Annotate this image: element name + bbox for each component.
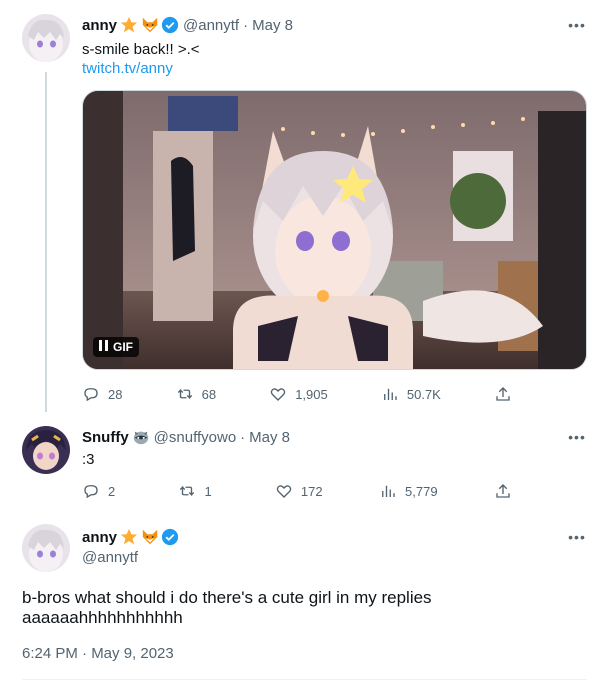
retweet-button[interactable]: 68 <box>176 385 216 403</box>
more-options-icon[interactable]: ••• <box>567 530 587 552</box>
more-options-icon[interactable]: ••• <box>567 430 587 452</box>
avatar[interactable] <box>22 14 70 62</box>
tweet-date[interactable]: May 8 <box>252 17 293 34</box>
tweet-timestamp[interactable]: 6:24 PM · May 9, 2023 <box>22 645 174 662</box>
user-handle[interactable]: @snuffyowo <box>154 429 237 446</box>
separator-dot: · <box>240 428 246 446</box>
share-icon <box>496 387 510 401</box>
divider <box>22 679 587 680</box>
tweet-header: anny @annytf · May 8 <box>82 16 293 34</box>
tweet-actions: 2 1 172 5,779 <box>82 482 512 500</box>
views-count: 50.7K <box>406 386 441 402</box>
user-handle[interactable]: @annytf <box>82 548 138 568</box>
like-count: 172 <box>300 483 323 499</box>
reply-icon <box>84 485 98 499</box>
thread-connector-line <box>45 72 47 412</box>
tweet-date[interactable]: May 8 <box>249 429 290 446</box>
views-chart-icon <box>383 388 397 400</box>
tweet-media-gif[interactable]: GIF <box>82 90 587 370</box>
tweet-text: :3 <box>82 451 95 468</box>
verified-badge-icon <box>161 528 179 546</box>
tweet-actions: 28 68 1,905 50.7K <box>82 385 512 403</box>
retweet-icon <box>180 485 195 497</box>
main-tweet-text-line: aaaaaahhhhhhhhhhh <box>22 608 183 627</box>
views-button[interactable]: 50.7K <box>381 385 441 403</box>
reply-button[interactable]: 2 <box>82 482 122 500</box>
retweet-button[interactable]: 1 <box>178 482 218 500</box>
main-tweet-text: b-bros what should i do there's a cute g… <box>22 588 582 628</box>
like-button[interactable]: 172 <box>275 482 323 500</box>
retweet-icon <box>177 388 192 400</box>
gif-illustration <box>83 91 586 369</box>
reply-icon <box>84 388 98 402</box>
raccoon-emoji-icon <box>132 428 150 446</box>
retweet-count: 68 <box>201 386 217 402</box>
verified-badge-icon <box>161 16 179 34</box>
gif-label: GIF <box>113 340 133 354</box>
reply-button[interactable]: 28 <box>82 385 122 403</box>
avatar[interactable] <box>22 524 70 572</box>
gif-badge[interactable]: GIF <box>93 337 139 357</box>
fox-emoji-icon <box>141 528 159 546</box>
display-name[interactable]: anny <box>82 17 117 34</box>
reply-count: 2 <box>108 483 116 499</box>
display-name[interactable]: anny <box>82 529 117 546</box>
avatar[interactable] <box>22 426 70 474</box>
tweet-header: anny <box>82 528 179 546</box>
share-icon <box>496 484 510 498</box>
separator-dot: · <box>243 16 249 34</box>
retweet-count: 1 <box>204 483 212 499</box>
share-button[interactable] <box>494 482 512 500</box>
main-tweet-text-line: b-bros what should i do there's a cute g… <box>22 588 432 607</box>
pause-icon[interactable] <box>99 340 108 354</box>
display-name[interactable]: Snuffy <box>82 429 129 446</box>
user-handle[interactable]: @annytf <box>183 17 239 34</box>
tweet-link[interactable]: twitch.tv/anny <box>82 59 173 79</box>
reply-count: 28 <box>108 386 123 402</box>
more-options-icon[interactable]: ••• <box>567 18 587 40</box>
heart-icon <box>276 485 292 498</box>
like-button[interactable]: 1,905 <box>269 385 328 403</box>
tweet-text: s-smile back!! >.< <box>82 41 200 58</box>
views-button[interactable]: 5,779 <box>379 482 438 500</box>
heart-icon <box>270 388 286 401</box>
views-count: 5,779 <box>405 483 438 499</box>
views-chart-icon <box>382 485 395 497</box>
star-emoji-icon <box>120 16 138 34</box>
star-emoji-icon <box>120 528 138 546</box>
fox-emoji-icon <box>141 16 159 34</box>
like-count: 1,905 <box>295 386 328 402</box>
tweet-header: Snuffy @snuffyowo · May 8 <box>82 428 290 446</box>
share-button[interactable] <box>494 385 512 403</box>
